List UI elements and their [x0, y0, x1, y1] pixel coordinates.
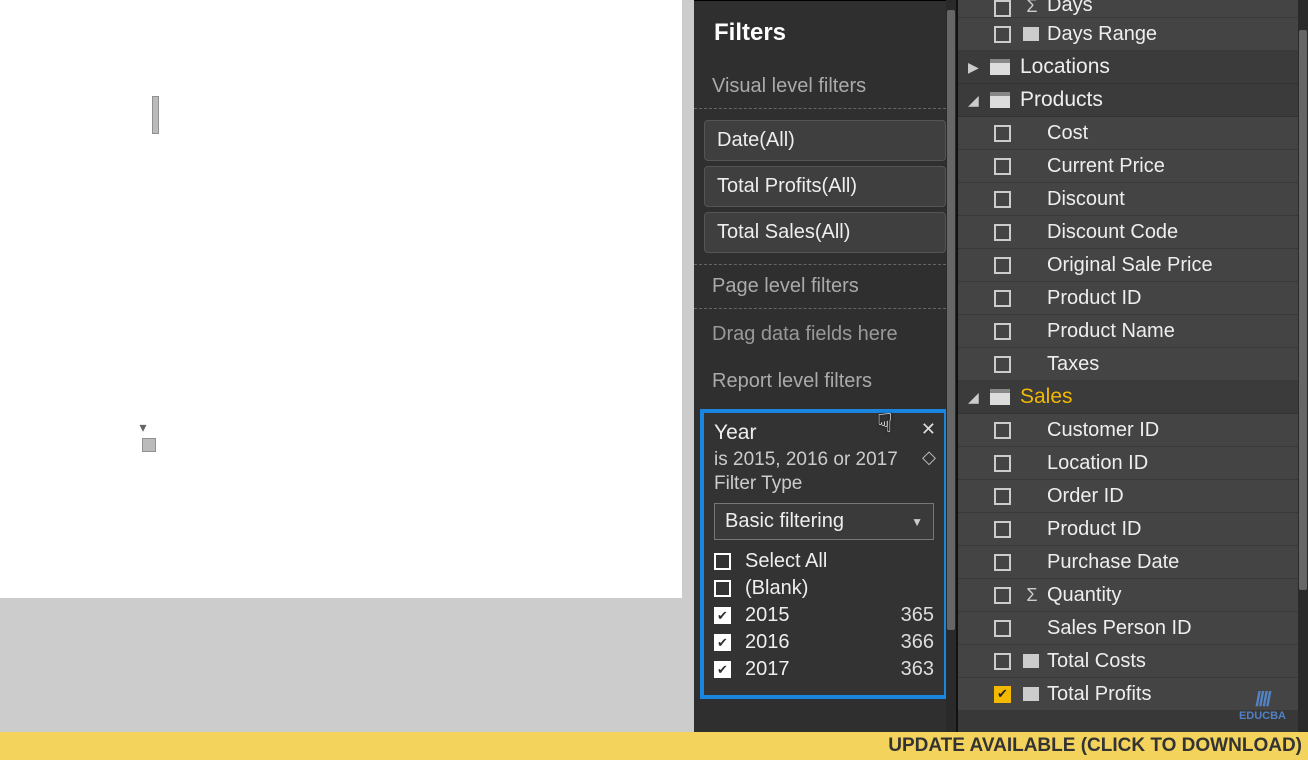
checkbox[interactable]: [994, 0, 1011, 17]
checkbox[interactable]: [994, 554, 1011, 571]
checkbox[interactable]: [994, 191, 1011, 208]
table-sales[interactable]: ◢ Sales: [958, 381, 1308, 414]
field-location-id[interactable]: Location ID: [958, 447, 1308, 480]
checkbox[interactable]: [994, 620, 1011, 637]
filter-card-date[interactable]: Date(All): [704, 120, 946, 161]
field-days-range[interactable]: Days Range: [958, 18, 1308, 51]
field-product-id[interactable]: Product ID: [958, 282, 1308, 315]
checkbox[interactable]: ✔: [714, 634, 731, 651]
filters-scrollbar[interactable]: [946, 0, 956, 732]
year-filter-card[interactable]: ✕ ◇ Year is 2015, 2016 or 2017 Filter Ty…: [700, 409, 948, 699]
field-sales-product-id[interactable]: Product ID: [958, 513, 1308, 546]
field-total-costs[interactable]: Total Costs: [958, 645, 1308, 678]
fields-scrollbar[interactable]: [1298, 0, 1308, 732]
table-mini-icon: [1023, 654, 1039, 668]
caret-down-icon: ◢: [968, 389, 984, 406]
field-taxes[interactable]: Taxes: [958, 348, 1308, 381]
checkbox[interactable]: [994, 323, 1011, 340]
close-icon[interactable]: ✕: [921, 419, 936, 440]
caret-down-icon: ◢: [968, 92, 984, 109]
checkbox[interactable]: [994, 521, 1011, 538]
checkbox[interactable]: [714, 553, 731, 570]
sigma-icon: Σ: [1023, 585, 1041, 606]
scrollbar-thumb[interactable]: [947, 10, 955, 630]
filter-card-total-profits[interactable]: Total Profits(All): [704, 166, 946, 207]
update-available-text: UPDATE AVAILABLE (CLICK TO DOWNLOAD): [888, 735, 1302, 757]
caret-right-icon: ▶: [968, 59, 984, 76]
year-filter-title: Year: [714, 421, 934, 445]
field-discount-code[interactable]: Discount Code: [958, 216, 1308, 249]
report-level-filters-label: Report level filters: [694, 360, 956, 403]
table-icon: [990, 389, 1010, 405]
page-level-filters-label: Page level filters: [694, 265, 956, 308]
visual-filter-group: Date(All) Total Profits(All) Total Sales…: [694, 108, 956, 265]
chevron-down-icon: ▼: [911, 515, 923, 529]
checkbox[interactable]: [994, 26, 1011, 43]
field-current-price[interactable]: Current Price: [958, 150, 1308, 183]
table-mini-icon: [1023, 27, 1039, 41]
checkbox[interactable]: [994, 488, 1011, 505]
table-locations[interactable]: ▶ Locations: [958, 51, 1308, 84]
field-customer-id[interactable]: Customer ID: [958, 414, 1308, 447]
table-icon: [990, 92, 1010, 108]
field-product-name[interactable]: Product Name: [958, 315, 1308, 348]
checkbox[interactable]: [994, 290, 1011, 307]
page-filter-dropzone[interactable]: Drag data fields here: [694, 308, 956, 360]
filter-option-2015[interactable]: ✔ 2015 365: [714, 602, 934, 629]
checkbox[interactable]: [994, 125, 1011, 142]
filter-option-2017[interactable]: ✔ 2017 363: [714, 656, 934, 683]
sigma-icon: Σ: [1023, 0, 1041, 17]
fields-panel: Σ Days Days Range ▶ Locations ◢ Products…: [958, 0, 1308, 732]
field-quantity[interactable]: ΣQuantity: [958, 579, 1308, 612]
checkbox[interactable]: [994, 224, 1011, 241]
filters-title: Filters: [694, 0, 956, 65]
field-discount[interactable]: Discount: [958, 183, 1308, 216]
table-mini-icon: [1023, 687, 1039, 701]
filter-options-list: Select All (Blank) ✔ 2015 365 ✔ 2016 366…: [714, 548, 934, 683]
checkbox[interactable]: ✔: [714, 607, 731, 624]
field-cost[interactable]: Cost: [958, 117, 1308, 150]
filter-type-select[interactable]: Basic filtering ▼: [714, 503, 934, 540]
table-icon: [990, 59, 1010, 75]
filter-card-total-sales[interactable]: Total Sales(All): [704, 212, 946, 253]
visual-placeholder[interactable]: [134, 0, 160, 452]
year-filter-summary: is 2015, 2016 or 2017: [714, 449, 934, 471]
checkbox[interactable]: [994, 455, 1011, 472]
field-original-sale-price[interactable]: Original Sale Price: [958, 249, 1308, 282]
filters-panel: Filters Visual level filters Date(All) T…: [694, 0, 958, 732]
field-order-id[interactable]: Order ID: [958, 480, 1308, 513]
canvas-page[interactable]: [0, 0, 682, 598]
scroll-down-icon[interactable]: ▾: [135, 419, 151, 435]
checkbox[interactable]: [994, 422, 1011, 439]
report-canvas[interactable]: ▾: [0, 0, 694, 732]
resize-handle-left[interactable]: [152, 96, 159, 134]
checkbox[interactable]: ✔: [994, 686, 1011, 703]
filter-type-label: Filter Type: [714, 473, 934, 495]
checkbox[interactable]: [994, 158, 1011, 175]
table-products[interactable]: ◢ Products: [958, 84, 1308, 117]
field-purchase-date[interactable]: Purchase Date: [958, 546, 1308, 579]
checkbox[interactable]: [714, 580, 731, 597]
filter-option-blank[interactable]: (Blank): [714, 575, 934, 602]
checkbox[interactable]: [994, 257, 1011, 274]
clear-filter-icon[interactable]: ◇: [922, 447, 936, 468]
scrollbar-thumb[interactable]: [1299, 30, 1307, 590]
update-available-bar[interactable]: UPDATE AVAILABLE (CLICK TO DOWNLOAD): [0, 732, 1308, 760]
filter-option-select-all[interactable]: Select All: [714, 548, 934, 575]
field-days[interactable]: Σ Days: [958, 0, 1308, 18]
filter-type-value: Basic filtering: [725, 510, 844, 533]
visual-level-filters-label: Visual level filters: [694, 65, 956, 108]
filter-option-2016[interactable]: ✔ 2016 366: [714, 629, 934, 656]
checkbox[interactable]: ✔: [714, 661, 731, 678]
field-total-profits[interactable]: ✔Total Profits: [958, 678, 1308, 711]
checkbox[interactable]: [994, 653, 1011, 670]
checkbox[interactable]: [994, 356, 1011, 373]
checkbox[interactable]: [994, 587, 1011, 604]
resize-handle-corner[interactable]: [142, 438, 156, 452]
field-sales-person-id[interactable]: Sales Person ID: [958, 612, 1308, 645]
